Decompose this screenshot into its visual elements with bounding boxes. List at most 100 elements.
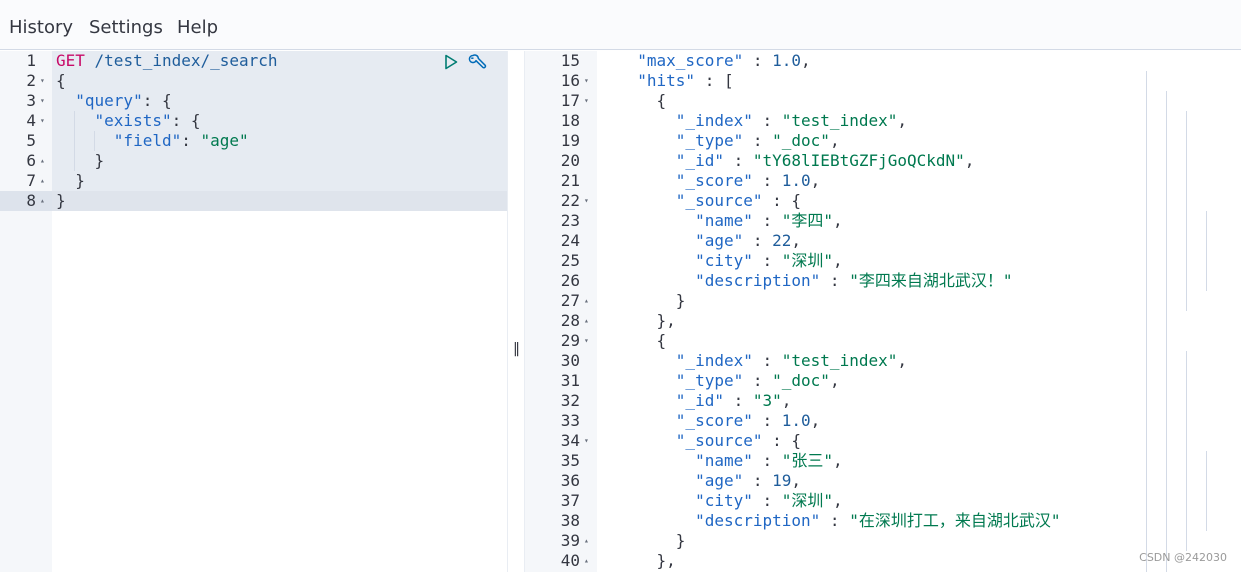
line-number: 35 bbox=[560, 451, 580, 470]
code-token: , bbox=[810, 411, 821, 430]
code-line: "description" : "李四来自湖北武汉！" bbox=[618, 271, 1012, 291]
code-token: 1.0 bbox=[781, 411, 811, 430]
fold-arrow-down-icon[interactable]: ▾ bbox=[584, 71, 589, 91]
code-token: "深圳" bbox=[781, 491, 834, 510]
line-number: 30 bbox=[560, 351, 580, 370]
line-number: 4 bbox=[26, 111, 36, 130]
fold-arrow-down-icon[interactable]: ▾ bbox=[584, 91, 589, 111]
code-line: "_type" : "_doc", bbox=[618, 131, 840, 151]
menu-help[interactable]: Help bbox=[177, 17, 218, 38]
fold-arrow-down-icon[interactable]: ▾ bbox=[584, 191, 589, 211]
fold-arrow-up-icon[interactable]: ▴ bbox=[40, 191, 45, 211]
line-number: 19 bbox=[560, 131, 580, 150]
indent-guide bbox=[1186, 351, 1187, 551]
code-line: "age" : 22, bbox=[618, 231, 801, 251]
code-token: "description" bbox=[695, 271, 821, 290]
code-token: : bbox=[752, 211, 782, 230]
watermark: CSDN @242030 bbox=[1139, 551, 1227, 564]
code-token: : bbox=[820, 271, 850, 290]
code-token: "_source" bbox=[675, 431, 763, 450]
code-token: "张三" bbox=[781, 451, 834, 470]
code-token: , bbox=[833, 251, 843, 270]
active-line bbox=[52, 191, 507, 211]
fold-arrow-down-icon[interactable]: ▾ bbox=[40, 91, 45, 111]
fold-arrow-down-icon[interactable]: ▾ bbox=[40, 111, 45, 131]
line-number: 32 bbox=[560, 391, 580, 410]
code-token: "test_index" bbox=[781, 351, 898, 370]
line-number: 24 bbox=[560, 231, 580, 250]
pane-resizer[interactable]: ‖ bbox=[507, 51, 525, 572]
code-line: "_index" : "test_index", bbox=[618, 351, 907, 371]
code-token: "_score" bbox=[675, 171, 753, 190]
fold-arrow-down-icon[interactable]: ▾ bbox=[584, 331, 589, 351]
code-token: "李四" bbox=[781, 211, 834, 230]
code-line: "city" : "深圳", bbox=[618, 491, 843, 511]
line-number: 28 bbox=[560, 311, 580, 330]
menu-bar: History Settings Help bbox=[0, 0, 1241, 50]
fold-arrow-up-icon[interactable]: ▴ bbox=[584, 531, 589, 551]
fold-arrow-up-icon[interactable]: ▴ bbox=[40, 151, 45, 171]
code-line: } bbox=[56, 171, 85, 191]
code-line: "name" : "张三", bbox=[618, 451, 843, 471]
code-token: 22 bbox=[772, 231, 792, 250]
code-token: : { bbox=[762, 431, 802, 450]
code-token: : bbox=[752, 251, 782, 270]
fold-arrow-down-icon[interactable]: ▾ bbox=[40, 71, 45, 91]
request-editor[interactable]: 1 GET /test_index/_search 2 ▾{3 ▾ "query": {… bbox=[0, 51, 507, 572]
line-number: 8 bbox=[26, 191, 36, 210]
wrench-icon[interactable] bbox=[467, 53, 487, 73]
code-token: : bbox=[752, 111, 782, 130]
code-token: : { bbox=[762, 191, 802, 210]
code-token: "_doc" bbox=[772, 371, 830, 390]
code-token: : bbox=[752, 171, 782, 190]
code-token: : [ bbox=[695, 71, 734, 90]
code-line: { bbox=[618, 91, 667, 111]
code-token: "test_index" bbox=[781, 111, 898, 130]
code-token: "深圳" bbox=[781, 251, 834, 270]
menu-history[interactable]: History bbox=[9, 17, 73, 38]
code-token: "_score" bbox=[675, 411, 753, 430]
fold-arrow-up-icon[interactable]: ▴ bbox=[584, 291, 589, 311]
code-token: : bbox=[723, 151, 753, 170]
code-token: "_doc" bbox=[772, 131, 830, 150]
line-number: 40 bbox=[560, 551, 580, 570]
code-token: : bbox=[752, 411, 782, 430]
line-number: 36 bbox=[560, 471, 580, 490]
code-token: , bbox=[829, 371, 840, 390]
code-token: "_index" bbox=[675, 111, 753, 130]
line-number: 22 bbox=[560, 191, 580, 210]
code-line: } bbox=[56, 191, 66, 211]
code-line: }, bbox=[618, 551, 676, 571]
menu-settings[interactable]: Settings bbox=[89, 17, 163, 38]
code-line: "_source" : { bbox=[618, 191, 801, 211]
resize-grip-icon[interactable]: ‖ bbox=[513, 341, 520, 357]
line-number: 38 bbox=[560, 511, 580, 530]
code-token: , bbox=[801, 51, 811, 70]
code-token: "_index" bbox=[675, 351, 753, 370]
fold-arrow-down-icon[interactable]: ▾ bbox=[584, 431, 589, 451]
fold-arrow-up-icon[interactable]: ▴ bbox=[584, 551, 589, 571]
code-token: : bbox=[181, 131, 201, 150]
play-icon[interactable] bbox=[443, 54, 459, 70]
line-number: 1 bbox=[26, 51, 36, 70]
code-token: "age" bbox=[695, 471, 744, 490]
code-line: }, bbox=[618, 311, 676, 331]
fold-arrow-up-icon[interactable]: ▴ bbox=[584, 311, 589, 331]
code-token: , bbox=[781, 391, 792, 410]
code-token: : bbox=[723, 391, 753, 410]
line-number: 34 bbox=[560, 431, 580, 450]
code-token: "_type" bbox=[675, 371, 744, 390]
response-viewer[interactable]: 15 "max_score" : 1.0, 16 ▾ "hits" : [17 ▾ {… bbox=[525, 51, 1241, 572]
line-number: 26 bbox=[560, 271, 580, 290]
fold-arrow-up-icon[interactable]: ▴ bbox=[40, 171, 45, 191]
code-line: "query": { bbox=[56, 91, 171, 111]
